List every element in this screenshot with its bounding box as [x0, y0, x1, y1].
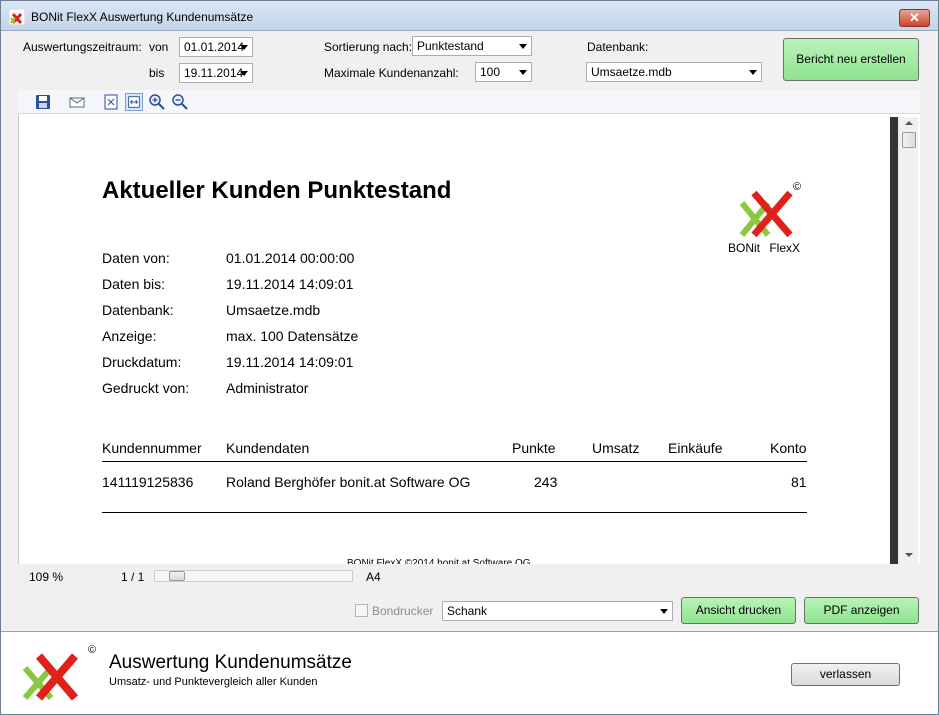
exit-button[interactable]: verlassen: [791, 663, 900, 686]
printer-select[interactable]: Schank: [442, 601, 673, 621]
max-customers-select[interactable]: 100: [475, 62, 532, 82]
info-value: 19.11.2014 14:09:01: [226, 354, 354, 370]
show-pdf-button[interactable]: PDF anzeigen: [804, 597, 919, 624]
rebuild-report-button[interactable]: Bericht neu erstellen: [783, 38, 919, 81]
from-date-value: 01.01.2014: [184, 40, 245, 54]
database-select[interactable]: Umsaetze.mdb: [586, 62, 762, 82]
column-header-punkte: Punkte: [512, 440, 556, 456]
database-label: Datenbank:: [587, 40, 649, 54]
scroll-down-icon[interactable]: [905, 553, 913, 557]
dropdown-arrow-icon: [519, 70, 527, 75]
dropdown-arrow-icon: [240, 45, 248, 50]
bondrucker-checkbox[interactable]: [355, 604, 368, 617]
info-value: max. 100 Datensätze: [226, 328, 359, 344]
save-icon[interactable]: [34, 93, 52, 111]
info-label: Gedruckt von:: [102, 380, 190, 396]
dropdown-arrow-icon: [749, 70, 757, 75]
close-icon: ✕: [909, 10, 920, 25]
paper-size: A4: [366, 570, 381, 584]
report-logo-text: BONit FlexX: [728, 241, 801, 255]
email-icon[interactable]: [68, 93, 86, 111]
footer-title: Auswertung Kundenumsätze: [109, 652, 352, 673]
to-date-picker[interactable]: 19.11.2014: [179, 63, 253, 83]
scroll-up-icon[interactable]: [905, 121, 913, 125]
footer-logo-copyright: ©: [88, 644, 97, 656]
printer-value: Schank: [447, 604, 488, 618]
from-date-picker[interactable]: 01.01.2014: [179, 37, 253, 57]
report-toolbar: [18, 90, 920, 114]
to-label: bis: [149, 66, 165, 80]
period-label: Auswertungszeitraum:: [23, 40, 142, 54]
zoom-level: 109 %: [29, 570, 64, 584]
bondrucker-label: Bondrucker: [372, 604, 434, 618]
info-label: Anzeige:: [102, 328, 157, 344]
max-customers-label: Maximale Kundenanzahl:: [324, 66, 459, 80]
horizontal-scroll-thumb[interactable]: [169, 571, 185, 581]
sort-select[interactable]: Punktestand: [412, 36, 532, 56]
report-title: Aktueller Kunden Punktestand: [102, 177, 452, 204]
vertical-scroll-thumb[interactable]: [902, 132, 916, 148]
dropdown-arrow-icon: [519, 44, 527, 49]
from-label: von: [149, 40, 169, 54]
page-shadow: [890, 117, 898, 564]
info-value: Umsaetze.mdb: [226, 302, 321, 318]
zoom-out-icon[interactable]: [171, 93, 189, 111]
header-divider: [102, 461, 807, 462]
zoom-in-icon[interactable]: [148, 93, 166, 111]
window-title: BONit FlexX Auswertung Kundenumsätze: [31, 10, 254, 24]
row-kundendaten: Roland Berghöfer bonit.at Software OG: [226, 474, 471, 490]
page-indicator: 1 / 1: [121, 570, 145, 584]
app-window: BONit FlexX Auswertung Kundenumsätze ✕ A…: [0, 0, 939, 715]
close-button[interactable]: ✕: [899, 9, 930, 27]
table-end-divider: [102, 512, 807, 513]
column-header-kundendaten: Kundendaten: [226, 440, 310, 456]
info-value: 01.01.2014 00:00:00: [226, 250, 355, 266]
app-logo-icon: [9, 9, 25, 25]
print-view-button[interactable]: Ansicht drucken: [681, 597, 796, 624]
dropdown-arrow-icon: [240, 71, 248, 76]
row-konto: 81: [791, 474, 807, 490]
sort-value: Punktestand: [417, 39, 484, 53]
fit-page-icon[interactable]: [102, 93, 120, 111]
max-customers-value: 100: [480, 65, 501, 79]
row-punkte: 243: [534, 474, 558, 490]
info-value: Administrator: [226, 380, 309, 396]
column-header-einkaeufe: Einkäufe: [668, 440, 723, 456]
column-header-umsatz: Umsatz: [592, 440, 640, 456]
sort-label: Sortierung nach:: [324, 40, 413, 54]
horizontal-scrollbar[interactable]: [154, 570, 353, 582]
info-label: Druckdatum:: [102, 354, 182, 370]
info-value: 19.11.2014 14:09:01: [226, 276, 354, 292]
title-bar: BONit FlexX Auswertung Kundenumsätze ✕: [1, 1, 938, 31]
column-header-konto: Konto: [770, 440, 807, 456]
info-label: Datenbank:: [102, 302, 174, 318]
database-value: Umsaetze.mdb: [591, 65, 672, 79]
dropdown-arrow-icon: [660, 609, 668, 614]
footer-logo: [22, 653, 79, 701]
row-kundennummer: 141119125836: [102, 474, 194, 490]
report-logo-copyright: ©: [793, 181, 802, 193]
fit-width-icon[interactable]: [125, 93, 143, 111]
footer-subtitle: Umsatz- und Punktevergleich aller Kunden: [109, 676, 318, 688]
to-date-value: 19.11.2014: [184, 66, 244, 80]
info-label: Daten von:: [102, 250, 170, 266]
vertical-scrollbar[interactable]: [898, 117, 918, 564]
column-header-kundennummer: Kundennummer: [102, 440, 202, 456]
info-label: Daten bis:: [102, 276, 166, 292]
